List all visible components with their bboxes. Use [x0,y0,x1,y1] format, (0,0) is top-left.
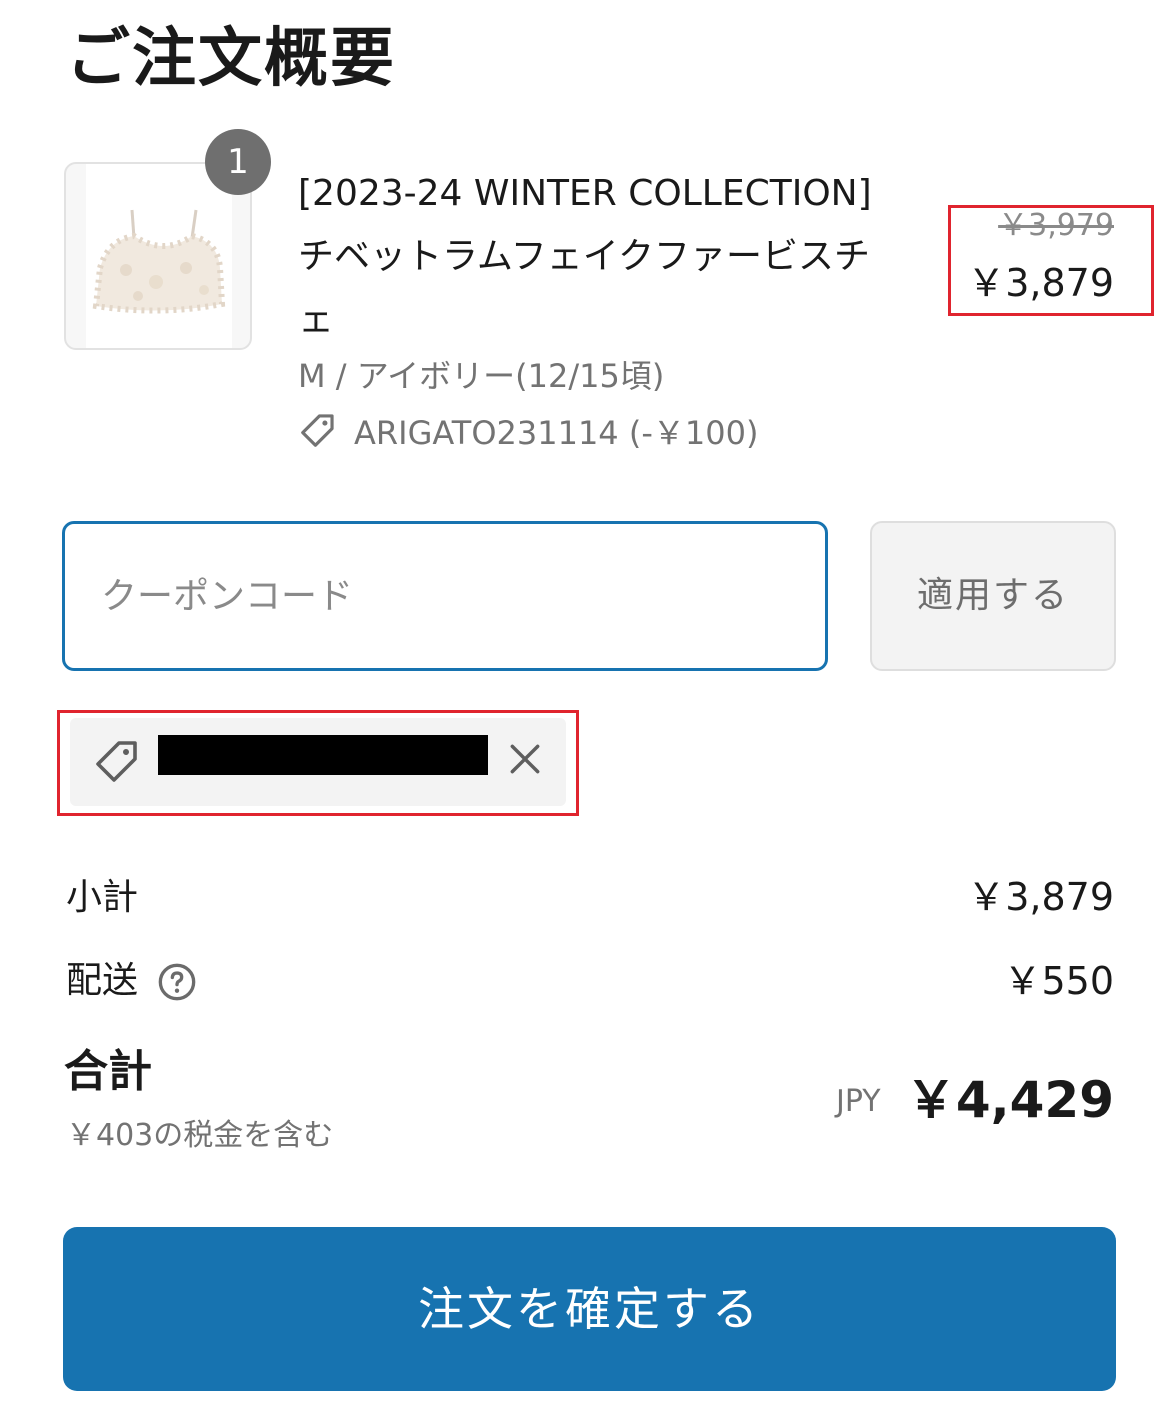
discount-label: ARIGATO231114 (-￥100) [354,414,759,452]
product-image-fur-bustier [92,209,226,314]
shipping-label: 配送 [66,960,139,1001]
coupon-code-input[interactable] [62,521,828,671]
applied-coupon-chip [70,718,566,806]
product-variant: M / アイボリー(12/15頃) [298,357,665,395]
price-original: ￥3,979 [998,208,1114,243]
tag-icon [96,741,137,782]
applied-discount: ARIGATO231114 (-￥100) [298,405,758,457]
close-icon[interactable] [506,740,544,778]
subtotal-label: 小計 [66,877,139,918]
shipping-value: ￥550 [1003,959,1114,1003]
page-title: ご注文概要 [66,22,396,96]
quantity-badge: 1 [205,129,271,195]
total-label: 合計 [64,1046,152,1097]
price-current: ￥3,879 [967,261,1114,305]
applied-coupon-code-redacted [158,735,488,775]
currency-code: JPY [836,1084,881,1119]
tag-icon [301,414,334,447]
tax-note: ￥403の税金を含む [66,1118,334,1153]
apply-coupon-button[interactable]: 適用する [870,521,1116,671]
product-name: [2023-24 WINTER COLLECTION]チベットラムフェイクファー… [298,173,872,340]
question-icon[interactable] [157,962,197,1002]
total-value: ￥4,429 [905,1071,1114,1129]
confirm-order-button[interactable]: 注文を確定する [63,1227,1116,1391]
subtotal-value: ￥3,879 [967,875,1114,919]
